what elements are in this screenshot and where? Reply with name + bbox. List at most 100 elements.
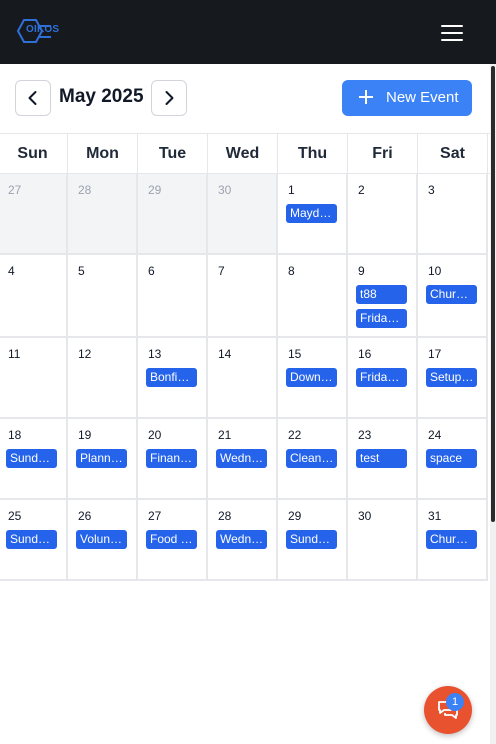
day-cell[interactable]: 15 Down… (278, 338, 348, 419)
day-cell[interactable]: 4 (0, 255, 68, 338)
day-number: 27 (148, 509, 162, 523)
weekday-sun: Sun (0, 134, 68, 174)
day-number: 4 (8, 264, 15, 278)
event-chip[interactable]: Bonfi… (146, 368, 197, 387)
event-chip[interactable]: t88 (356, 285, 407, 304)
event-chip[interactable]: Plann… (76, 449, 127, 468)
day-number: 30 (358, 509, 372, 523)
day-number: 31 (428, 509, 442, 523)
day-cell[interactable]: 22 Clean… (278, 419, 348, 500)
day-number: 24 (428, 428, 442, 442)
event-chip[interactable]: Volun… (76, 530, 127, 549)
day-cell[interactable]: 27 Food … (138, 500, 208, 581)
day-number: 18 (8, 428, 22, 442)
event-chip[interactable]: Frida… (356, 309, 407, 328)
day-cell[interactable]: 14 (208, 338, 278, 419)
day-cell[interactable]: 5 (68, 255, 138, 338)
chat-button[interactable] (424, 686, 472, 734)
new-event-button[interactable]: New Event (342, 80, 472, 116)
day-cell[interactable]: 18 Sund… (0, 419, 68, 500)
day-cell[interactable]: 19 Plann… (68, 419, 138, 500)
day-cell[interactable]: 9 t88 Frida… (348, 255, 418, 338)
week-row: 18 Sund… 19 Plann… 20 Finan… 21 Wedn… 22 Clean… 23… (0, 419, 490, 500)
day-cell[interactable]: 28 (68, 174, 138, 255)
day-cell[interactable]: 1 Mayd… (278, 174, 348, 255)
day-number: 29 (148, 183, 162, 197)
weekday-sat: Sat (418, 134, 488, 174)
day-number: 26 (78, 509, 92, 523)
day-number: 12 (78, 347, 92, 361)
event-chip[interactable]: Clean… (286, 449, 337, 468)
event-chip[interactable]: Down… (286, 368, 337, 387)
week-row: 11 12 13 Bonfi… 14 15 Down… 16 Frida… 17 Setup… (0, 338, 490, 419)
day-cell[interactable]: 24 space (418, 419, 488, 500)
day-number: 20 (148, 428, 162, 442)
event-chip[interactable]: Finan… (146, 449, 197, 468)
day-number: 17 (428, 347, 442, 361)
day-cell[interactable]: 29 (138, 174, 208, 255)
week-row: 4 5 6 7 8 9 t88 Frida… 10 Chur… (0, 255, 490, 338)
day-number: 13 (148, 347, 162, 361)
day-number: 3 (428, 183, 435, 197)
day-number: 2 (358, 183, 365, 197)
event-chip[interactable]: Frida… (356, 368, 407, 387)
weekday-tue: Tue (138, 134, 208, 174)
top-navbar: OIKOS (0, 0, 496, 64)
day-cell[interactable]: 17 Setup… (418, 338, 488, 419)
scrollbar-thumb[interactable] (491, 66, 495, 522)
oikos-logo[interactable]: OIKOS (15, 16, 59, 46)
day-cell[interactable]: 28 Wedn… (208, 500, 278, 581)
day-cell[interactable]: 16 Frida… (348, 338, 418, 419)
week-row: 25 Sund… 26 Volun… 27 Food … 28 Wedn… 29 Sund… 30 3… (0, 500, 490, 581)
next-month-button[interactable] (151, 80, 187, 116)
day-cell[interactable]: 8 (278, 255, 348, 338)
day-cell[interactable]: 21 Wedn… (208, 419, 278, 500)
event-chip[interactable]: Wedn… (216, 449, 267, 468)
day-cell[interactable]: 30 (208, 174, 278, 255)
day-number: 1 (288, 183, 295, 197)
weekday-mon: Mon (68, 134, 138, 174)
event-chip[interactable]: Chur… (426, 285, 477, 304)
event-chip[interactable]: space (426, 449, 477, 468)
month-title: May 2025 (59, 86, 144, 107)
event-chip[interactable]: Setup… (426, 368, 477, 387)
event-chip[interactable]: Sund… (6, 530, 57, 549)
day-cell[interactable]: 3 (418, 174, 488, 255)
prev-month-button[interactable] (15, 80, 51, 116)
day-cell[interactable]: 31 Chur… (418, 500, 488, 581)
day-cell[interactable]: 29 Sund… (278, 500, 348, 581)
day-number: 27 (8, 183, 22, 197)
event-chip[interactable]: Mayd… (286, 204, 337, 223)
day-cell[interactable]: 13 Bonfi… (138, 338, 208, 419)
day-cell[interactable]: 12 (68, 338, 138, 419)
day-number: 25 (8, 509, 22, 523)
day-cell[interactable]: 7 (208, 255, 278, 338)
day-cell[interactable]: 6 (138, 255, 208, 338)
day-number: 19 (78, 428, 92, 442)
day-cell[interactable]: 10 Chur… (418, 255, 488, 338)
event-chip[interactable]: test (356, 449, 407, 468)
day-number: 15 (288, 347, 302, 361)
chat-notification-badge: 1 (446, 693, 464, 711)
day-number: 21 (218, 428, 232, 442)
day-cell[interactable]: 11 (0, 338, 68, 419)
day-cell[interactable]: 30 (348, 500, 418, 581)
day-cell[interactable]: 23 test (348, 419, 418, 500)
day-cell[interactable]: 20 Finan… (138, 419, 208, 500)
event-chip[interactable]: Sund… (6, 449, 57, 468)
new-event-label: New Event (386, 89, 459, 106)
event-chip[interactable]: Food … (146, 530, 197, 549)
day-cell[interactable]: 25 Sund… (0, 500, 68, 581)
weekday-header-row: Sun Mon Tue Wed Thu Fri Sat (0, 133, 490, 174)
event-chip[interactable]: Sund… (286, 530, 337, 549)
day-cell[interactable]: 26 Volun… (68, 500, 138, 581)
day-cell[interactable]: 27 (0, 174, 68, 255)
event-chip[interactable]: Wedn… (216, 530, 267, 549)
calendar-toolbar: May 2025 New Event (0, 64, 496, 132)
day-number: 16 (358, 347, 372, 361)
day-number: 14 (218, 347, 232, 361)
day-number: 8 (288, 264, 295, 278)
event-chip[interactable]: Chur… (426, 530, 477, 549)
hamburger-menu-icon[interactable] (441, 24, 463, 42)
day-cell[interactable]: 2 (348, 174, 418, 255)
